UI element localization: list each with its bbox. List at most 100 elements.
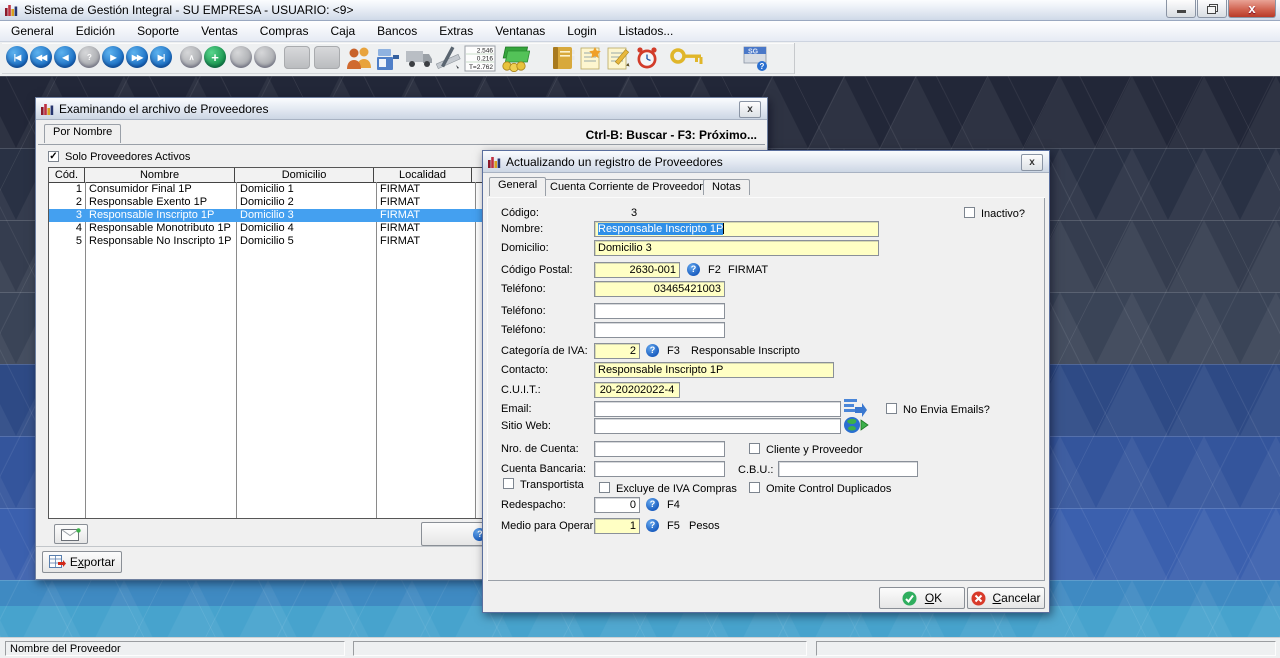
drafting-tools-icon[interactable]: [434, 45, 462, 71]
nav-forward-icon[interactable]: ▶: [102, 46, 124, 68]
header-cod[interactable]: Cód.: [49, 168, 85, 182]
categoria-iva-input[interactable]: 2: [594, 343, 640, 359]
send-email-icon[interactable]: [843, 397, 867, 417]
cell-cod: 2: [49, 196, 85, 209]
svg-text:0.216: 0.216: [477, 56, 494, 63]
cell-domicilio: Domicilio 4: [236, 222, 376, 235]
contacto-input[interactable]: Responsable Inscripto 1P: [594, 362, 834, 378]
header-domicilio[interactable]: Domicilio: [235, 168, 374, 182]
cuenta-bancaria-input[interactable]: [594, 461, 725, 477]
nav-fast-back-icon[interactable]: ◀◀: [30, 46, 52, 68]
cbu-input[interactable]: [778, 461, 918, 477]
export-button[interactable]: Exportar: [42, 551, 122, 573]
alarm-clock-icon[interactable]: [634, 45, 660, 72]
menu-ventanas[interactable]: Ventanas: [484, 22, 556, 40]
globe-icon[interactable]: [843, 415, 869, 435]
redespacho-input[interactable]: 0: [594, 497, 640, 513]
excluye-iva-checkbox[interactable]: [599, 482, 610, 493]
menu-login[interactable]: Login: [556, 22, 607, 40]
menu-extras[interactable]: Extras: [428, 22, 484, 40]
sg-help-icon[interactable]: SG ?: [742, 45, 770, 73]
nav-last-icon[interactable]: ▶|: [150, 46, 172, 68]
telefono3-input[interactable]: [594, 322, 725, 338]
inactivo-checkbox[interactable]: [964, 207, 975, 218]
omite-duplicados-checkbox[interactable]: [749, 482, 760, 493]
close-button[interactable]: x: [1228, 0, 1276, 18]
app-titlebar[interactable]: Sistema de Gestión Integral - SU EMPRESA…: [0, 0, 1280, 21]
sitio-web-input[interactable]: [594, 418, 841, 434]
tab-notas[interactable]: Notas: [703, 179, 750, 195]
delete-disabled-icon[interactable]: [254, 46, 276, 68]
tab-por-nombre[interactable]: Por Nombre: [44, 124, 121, 143]
cell-nombre: Responsable No Inscripto 1P: [85, 235, 236, 248]
key-icon[interactable]: [670, 47, 704, 71]
nav-fast-forward-icon[interactable]: ▶▶: [126, 46, 148, 68]
email-input[interactable]: [594, 401, 841, 417]
note-edit-icon[interactable]: [606, 45, 632, 71]
selected-text: Responsable Inscripto 1P: [598, 223, 723, 235]
nav-first-icon[interactable]: |◀: [6, 46, 28, 68]
ok-button[interactable]: OK: [879, 587, 965, 609]
solo-activos-checkbox[interactable]: ✓: [48, 151, 59, 162]
restore-button[interactable]: [1197, 0, 1227, 18]
menu-compras[interactable]: Compras: [249, 22, 320, 40]
transportista-checkbox[interactable]: [503, 478, 514, 489]
toolbar-square-button-1[interactable]: [284, 46, 310, 69]
telefono2-input[interactable]: [594, 303, 725, 319]
browse-window-titlebar[interactable]: Examinando el archivo de Proveedores x: [36, 98, 767, 120]
restore-icon: [1207, 6, 1216, 14]
note-star-icon[interactable]: [578, 45, 604, 71]
cell-cod: 4: [49, 222, 85, 235]
nro-cuenta-input[interactable]: [594, 441, 725, 457]
codigo-postal-help-icon[interactable]: ?: [687, 263, 700, 276]
nav-up-icon[interactable]: ∧: [180, 46, 202, 68]
calculator-tape-icon[interactable]: 2.546 0.216 T=2.762: [464, 45, 496, 72]
menu-caja[interactable]: Caja: [319, 22, 366, 40]
menu-bancos[interactable]: Bancos: [366, 22, 428, 40]
dialog-close-button[interactable]: x: [1021, 154, 1043, 171]
close-icon: x: [1248, 2, 1255, 15]
browse-close-button[interactable]: x: [739, 101, 761, 118]
add-icon[interactable]: +: [204, 46, 226, 68]
nav-back-icon[interactable]: ◀: [54, 46, 76, 68]
nav-search-icon[interactable]: ?: [78, 46, 100, 68]
dialog-titlebar[interactable]: Actualizando un registro de Proveedores …: [483, 151, 1049, 173]
menu-soporte[interactable]: Soporte: [126, 22, 190, 40]
redespacho-help-icon[interactable]: ?: [646, 498, 659, 511]
cash-register-icon[interactable]: [374, 45, 402, 72]
truck-icon[interactable]: [404, 45, 434, 71]
cell-cod: 5: [49, 235, 85, 248]
iva-help-icon[interactable]: ?: [646, 344, 659, 357]
edit-disabled-icon[interactable]: [230, 46, 252, 68]
cell-localidad: FIRMAT: [376, 183, 475, 196]
nombre-input[interactable]: Responsable Inscripto 1P: [594, 221, 879, 237]
menu-listados[interactable]: Listados...: [608, 22, 685, 40]
domicilio-input[interactable]: Domicilio 3: [594, 240, 879, 256]
cancel-button[interactable]: Cancelar: [967, 587, 1045, 609]
tab-general[interactable]: General: [489, 177, 546, 196]
cliente-proveedor-checkbox[interactable]: [749, 443, 760, 454]
cuit-label: C.U.I.T.:: [501, 384, 541, 396]
cp-fkey-label: F2: [708, 264, 721, 276]
no-envia-emails-checkbox[interactable]: [886, 403, 897, 414]
menu-ventas[interactable]: Ventas: [190, 22, 249, 40]
ok-label: O: [925, 591, 934, 605]
tab-cuenta-corriente[interactable]: Cuenta Corriente de Proveedores: [541, 179, 723, 195]
codigo-postal-input[interactable]: 2630-001: [594, 262, 680, 278]
minimize-button[interactable]: [1166, 0, 1196, 18]
header-localidad[interactable]: Localidad: [374, 168, 472, 182]
address-book-icon[interactable]: [550, 45, 576, 71]
menu-general[interactable]: General: [0, 22, 65, 40]
medio-operar-input[interactable]: 1: [594, 518, 640, 534]
cuit-input[interactable]: 20-20202022-4: [594, 382, 680, 398]
omite-duplicados-label: Omite Control Duplicados: [766, 483, 891, 495]
medio-help-icon[interactable]: ?: [646, 519, 659, 532]
cell-localidad: FIRMAT: [376, 209, 475, 222]
money-icon[interactable]: [500, 45, 530, 72]
telefono1-input[interactable]: 03465421003: [594, 281, 725, 297]
toolbar-square-button-2[interactable]: [314, 46, 340, 69]
customers-icon[interactable]: [346, 45, 374, 71]
menu-edicion[interactable]: Edición: [65, 22, 126, 40]
send-mail-button[interactable]: [54, 524, 88, 544]
header-nombre[interactable]: Nombre: [85, 168, 235, 182]
